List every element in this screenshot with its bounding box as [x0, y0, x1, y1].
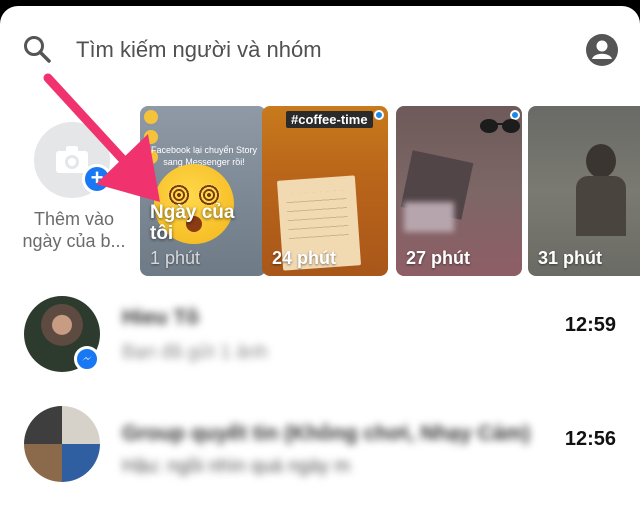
- story-time: 24 phút: [272, 248, 337, 268]
- story-card-3[interactable]: 27 phút: [396, 106, 522, 276]
- profile-icon[interactable]: [585, 33, 619, 67]
- add-story-button[interactable]: + Thêm vào ngày của b...: [14, 98, 134, 276]
- messenger-badge: [74, 346, 100, 372]
- sunglasses-icon: [480, 119, 520, 133]
- add-story-label: Thêm vào ngày của b...: [22, 209, 126, 251]
- story-card-4[interactable]: 31 phút: [528, 106, 640, 276]
- story-person-head: [586, 144, 616, 178]
- conversation-preview: Hậu: ngồi nhìn quá ngày m: [122, 456, 351, 477]
- search-bar[interactable]: Tìm kiếm người và nhóm: [0, 6, 640, 94]
- story-tag: #coffee-time: [286, 111, 373, 128]
- story-card-2[interactable]: #coffee-time 24 phút: [262, 106, 388, 276]
- story-card-my-day[interactable]: Facebook lại chuyển Story sang Messenger…: [140, 106, 266, 276]
- emoji-icon: [144, 130, 158, 144]
- conversation-name: Hieu Tô: [122, 306, 199, 329]
- conversation-item[interactable]: Group quyết tin (Không chơi, Nhạy Cảm) H…: [0, 402, 640, 502]
- stories-row: + Thêm vào ngày của b... Facebook lại ch…: [0, 98, 640, 276]
- conversation-time: 12:56: [564, 428, 616, 450]
- conversation-item[interactable]: Hieu Tô Bạn đã gửi 1 ảnh 12:59: [0, 292, 640, 392]
- messenger-icon: [82, 356, 92, 361]
- search-placeholder[interactable]: Tìm kiếm người và nhóm: [76, 37, 322, 63]
- conversation-time: 12:59: [564, 314, 616, 336]
- group-avatar[interactable]: [24, 406, 100, 482]
- plus-icon[interactable]: +: [82, 164, 112, 194]
- story-title: Ngày của tôi: [150, 202, 235, 244]
- search-icon[interactable]: [22, 34, 52, 64]
- messenger-home: Tìm kiếm người và nhóm + Thêm vào ngày c…: [0, 6, 640, 507]
- conversation-preview: Bạn đã gửi 1 ảnh: [122, 342, 268, 363]
- story-person-body: [576, 176, 626, 236]
- story-time: 27 phút: [406, 248, 471, 268]
- blurred-region: [404, 202, 454, 232]
- story-time: 31 phút: [538, 248, 603, 268]
- emoji-icon: [144, 110, 158, 124]
- unread-dot: [374, 110, 384, 120]
- story-time: 1 phút: [150, 248, 201, 268]
- conversation-name: Group quyết tin (Không chơi, Nhạy Cảm): [122, 422, 531, 445]
